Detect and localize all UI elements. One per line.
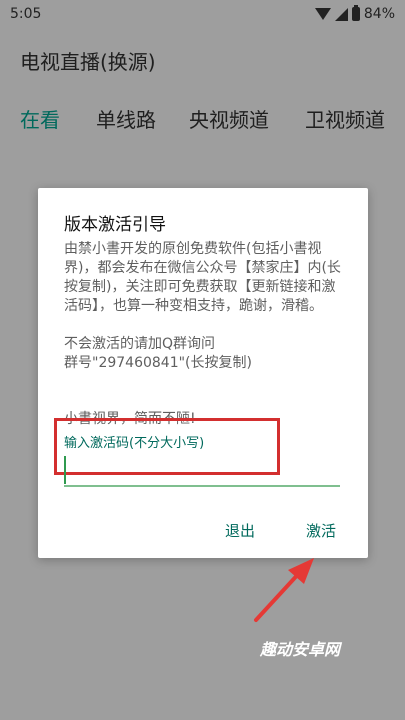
red-arrow-icon [254, 558, 314, 622]
status-bar: 5:05 84% [0, 0, 405, 30]
app-title: 电视直播(换源) [20, 50, 156, 74]
tab-bar: 在看 单线路 央视频道 卫视频道 [0, 104, 405, 134]
dialog-title: 版本激活引导 [64, 215, 166, 235]
activation-dialog: 版本激活引导 由禁小書开发的原创免费软件(包括小書视界)，都会发布在微信公众号【… [38, 188, 368, 558]
tab-cctv[interactable]: 央视频道 [189, 104, 269, 133]
signal-icon [334, 7, 348, 21]
activate-button[interactable]: 激活 [306, 520, 336, 541]
battery-percent: 84% [363, 6, 395, 22]
status-icons: 84% [314, 5, 395, 22]
activation-code-input[interactable] [64, 485, 340, 487]
tab-single-line[interactable]: 单线路 [96, 104, 156, 133]
tab-watching[interactable]: 在看 [20, 104, 60, 133]
battery-icon [351, 5, 360, 21]
exit-button[interactable]: 退出 [225, 520, 255, 541]
activation-code-hint: 输入激活码(不分大小写) [64, 436, 205, 451]
watermark-text: 趣动安卓网 [260, 640, 341, 659]
text-cursor [64, 456, 66, 484]
tab-satellite[interactable]: 卫视频道 [305, 104, 385, 133]
wifi-icon [314, 8, 331, 20]
dialog-message: 由禁小書开发的原创免费软件(包括小書视界)，都会发布在微信公众号【禁家庄】内(长… [64, 241, 341, 371]
status-time: 5:05 [10, 6, 42, 22]
